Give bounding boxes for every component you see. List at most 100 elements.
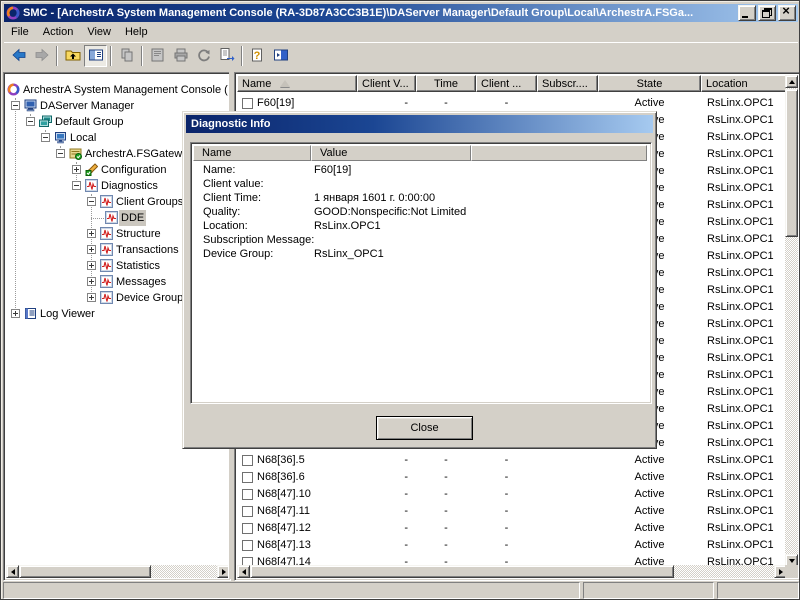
collapse-minus-icon[interactable] — [56, 149, 65, 158]
tree-item-label[interactable]: Transactions — [114, 242, 181, 258]
row-checkbox[interactable] — [242, 472, 253, 483]
cell-location: RsLinx.OPC1 — [701, 503, 787, 520]
menu-bar: File Action View Help — [4, 23, 798, 41]
expand-plus-icon[interactable] — [87, 261, 96, 270]
tree-item-label[interactable]: Local — [68, 130, 98, 146]
cell-state: Active — [598, 469, 701, 486]
tree-item-label[interactable]: Messages — [114, 274, 168, 290]
export-list-button[interactable] — [215, 45, 238, 67]
cell-name: F60[19] — [257, 95, 357, 112]
restore-button[interactable] — [758, 5, 776, 21]
tree-item-label[interactable]: Default Group — [53, 114, 125, 130]
row-checkbox[interactable] — [242, 506, 253, 517]
list-hscroll-left-button[interactable] — [237, 565, 250, 578]
cell-time: - — [416, 520, 476, 537]
back-button[interactable] — [7, 45, 30, 67]
menu-action[interactable]: Action — [36, 24, 81, 40]
expand-plus-icon[interactable] — [87, 277, 96, 286]
diagnostics-icon — [85, 179, 98, 192]
status-bar-panel-2 — [583, 582, 714, 599]
list-vscrollbar-thumb[interactable] — [785, 89, 798, 237]
tree-hscrollbar-thumb[interactable] — [19, 565, 151, 578]
tree-item-label[interactable]: DDE — [119, 210, 146, 226]
list-row-f60-19[interactable]: F60[19]---ActiveRsLinx.OPC1 — [237, 95, 787, 112]
collapse-minus-icon[interactable] — [26, 117, 35, 126]
column-header-name[interactable]: Name — [237, 75, 357, 92]
menu-help[interactable]: Help — [118, 24, 155, 40]
cell-location: RsLinx.OPC1 — [701, 452, 787, 469]
expand-plus-icon[interactable] — [72, 165, 81, 174]
row-checkbox[interactable] — [242, 523, 253, 534]
column-header-label: Client ... — [481, 78, 521, 90]
collapse-minus-icon[interactable] — [41, 133, 50, 142]
collapse-minus-icon[interactable] — [87, 197, 96, 206]
tree-item-archestra-system-management-console-ra-3d87a3cc3b1e[interactable]: ArchestrA System Management Console (RA-… — [6, 82, 228, 98]
cell-location: RsLinx.OPC1 — [701, 129, 787, 146]
cell-location: RsLinx.OPC1 — [701, 197, 787, 214]
tree-item-label[interactable]: Device Groups — [114, 290, 191, 306]
up-one-level-button[interactable] — [61, 45, 84, 67]
cell-name: N68[47].11 — [257, 503, 357, 520]
column-header-label: Subscr.... — [542, 78, 588, 90]
list-row-n68-47-12[interactable]: N68[47].12---ActiveRsLinx.OPC1 — [237, 520, 787, 537]
tree-item-label[interactable]: Client Groups — [114, 194, 185, 210]
expand-plus-icon[interactable] — [87, 229, 96, 238]
collapse-minus-icon[interactable] — [11, 101, 20, 110]
dialog-close-button[interactable]: Close — [376, 416, 473, 440]
expand-plus-icon[interactable] — [11, 309, 20, 318]
tree-hscroll-left-button[interactable] — [6, 565, 19, 578]
dialog-detail-table: NameValueName:F60[19]Client value:Client… — [190, 142, 652, 404]
collapse-minus-icon[interactable] — [72, 181, 81, 190]
column-header-label: Location — [706, 78, 748, 90]
list-row-n68-36-5[interactable]: N68[36].5---ActiveRsLinx.OPC1 — [237, 452, 787, 469]
tree-item-label[interactable]: DAServer Manager — [38, 98, 136, 114]
tree-item-label[interactable]: Log Viewer — [38, 306, 97, 322]
tree-hscroll-right-button[interactable] — [217, 565, 228, 578]
column-header-subscription[interactable]: Subscr.... — [537, 75, 598, 92]
refresh-button — [192, 45, 215, 67]
expand-plus-icon[interactable] — [87, 245, 96, 254]
dialog-title-bar[interactable]: Diagnostic Info — [186, 115, 653, 133]
tree-item-label[interactable]: ArchestrA.FSGateway — [83, 146, 196, 162]
cell-subscription — [537, 486, 598, 503]
help-button[interactable]: ? — [246, 45, 269, 67]
list-row-n68-47-13[interactable]: N68[47].13---ActiveRsLinx.OPC1 — [237, 537, 787, 554]
row-checkbox[interactable] — [242, 540, 253, 551]
column-header-location[interactable]: Location — [701, 75, 787, 92]
tree-item-label[interactable]: Diagnostics — [99, 178, 160, 194]
list-row-n68-47-10[interactable]: N68[47].10---ActiveRsLinx.OPC1 — [237, 486, 787, 503]
tree-item-label[interactable]: Structure — [114, 226, 163, 242]
dialog-column-header-blank[interactable] — [471, 145, 647, 161]
dialog-column-header-value[interactable]: Value — [311, 145, 471, 161]
tree-item-label[interactable]: Statistics — [114, 258, 162, 274]
row-checkbox[interactable] — [242, 489, 253, 500]
column-header-state[interactable]: State — [598, 75, 701, 92]
column-header-client_value[interactable]: Client V... — [357, 75, 416, 92]
show-console-tree-button[interactable] — [84, 45, 107, 67]
row-checkbox[interactable] — [242, 98, 253, 109]
menu-view[interactable]: View — [80, 24, 118, 40]
list-hscrollbar-thumb[interactable] — [250, 565, 674, 578]
cell-location: RsLinx.OPC1 — [701, 333, 787, 350]
close-button[interactable] — [778, 5, 796, 21]
title-bar[interactable]: SMC - [ArchestrA System Management Conso… — [4, 4, 798, 22]
column-header-label: Client V... — [362, 78, 409, 90]
tree-item-label[interactable]: ArchestrA System Management Console (RA-… — [21, 82, 228, 98]
scroll-left-icon — [242, 569, 246, 575]
list-row-n68-47-11[interactable]: N68[47].11---ActiveRsLinx.OPC1 — [237, 503, 787, 520]
diagnostics-icon — [100, 259, 113, 272]
cell-client: - — [476, 520, 537, 537]
list-row-n68-36-6[interactable]: N68[36].6---ActiveRsLinx.OPC1 — [237, 469, 787, 486]
menu-file[interactable]: File — [4, 24, 36, 40]
app-logo-icon[interactable] — [6, 6, 20, 20]
dialog-column-header-name[interactable]: Name — [193, 145, 311, 161]
row-checkbox[interactable] — [242, 455, 253, 466]
column-header-time[interactable]: Time — [416, 75, 476, 92]
minimize-button[interactable] — [738, 5, 756, 21]
cell-client_value: - — [357, 503, 416, 520]
list-vscroll-up-button[interactable] — [785, 75, 798, 88]
tree-item-label[interactable]: Configuration — [99, 162, 168, 178]
column-header-client[interactable]: Client ... — [476, 75, 537, 92]
expand-plus-icon[interactable] — [87, 293, 96, 302]
show-action-pane-button[interactable] — [269, 45, 292, 67]
